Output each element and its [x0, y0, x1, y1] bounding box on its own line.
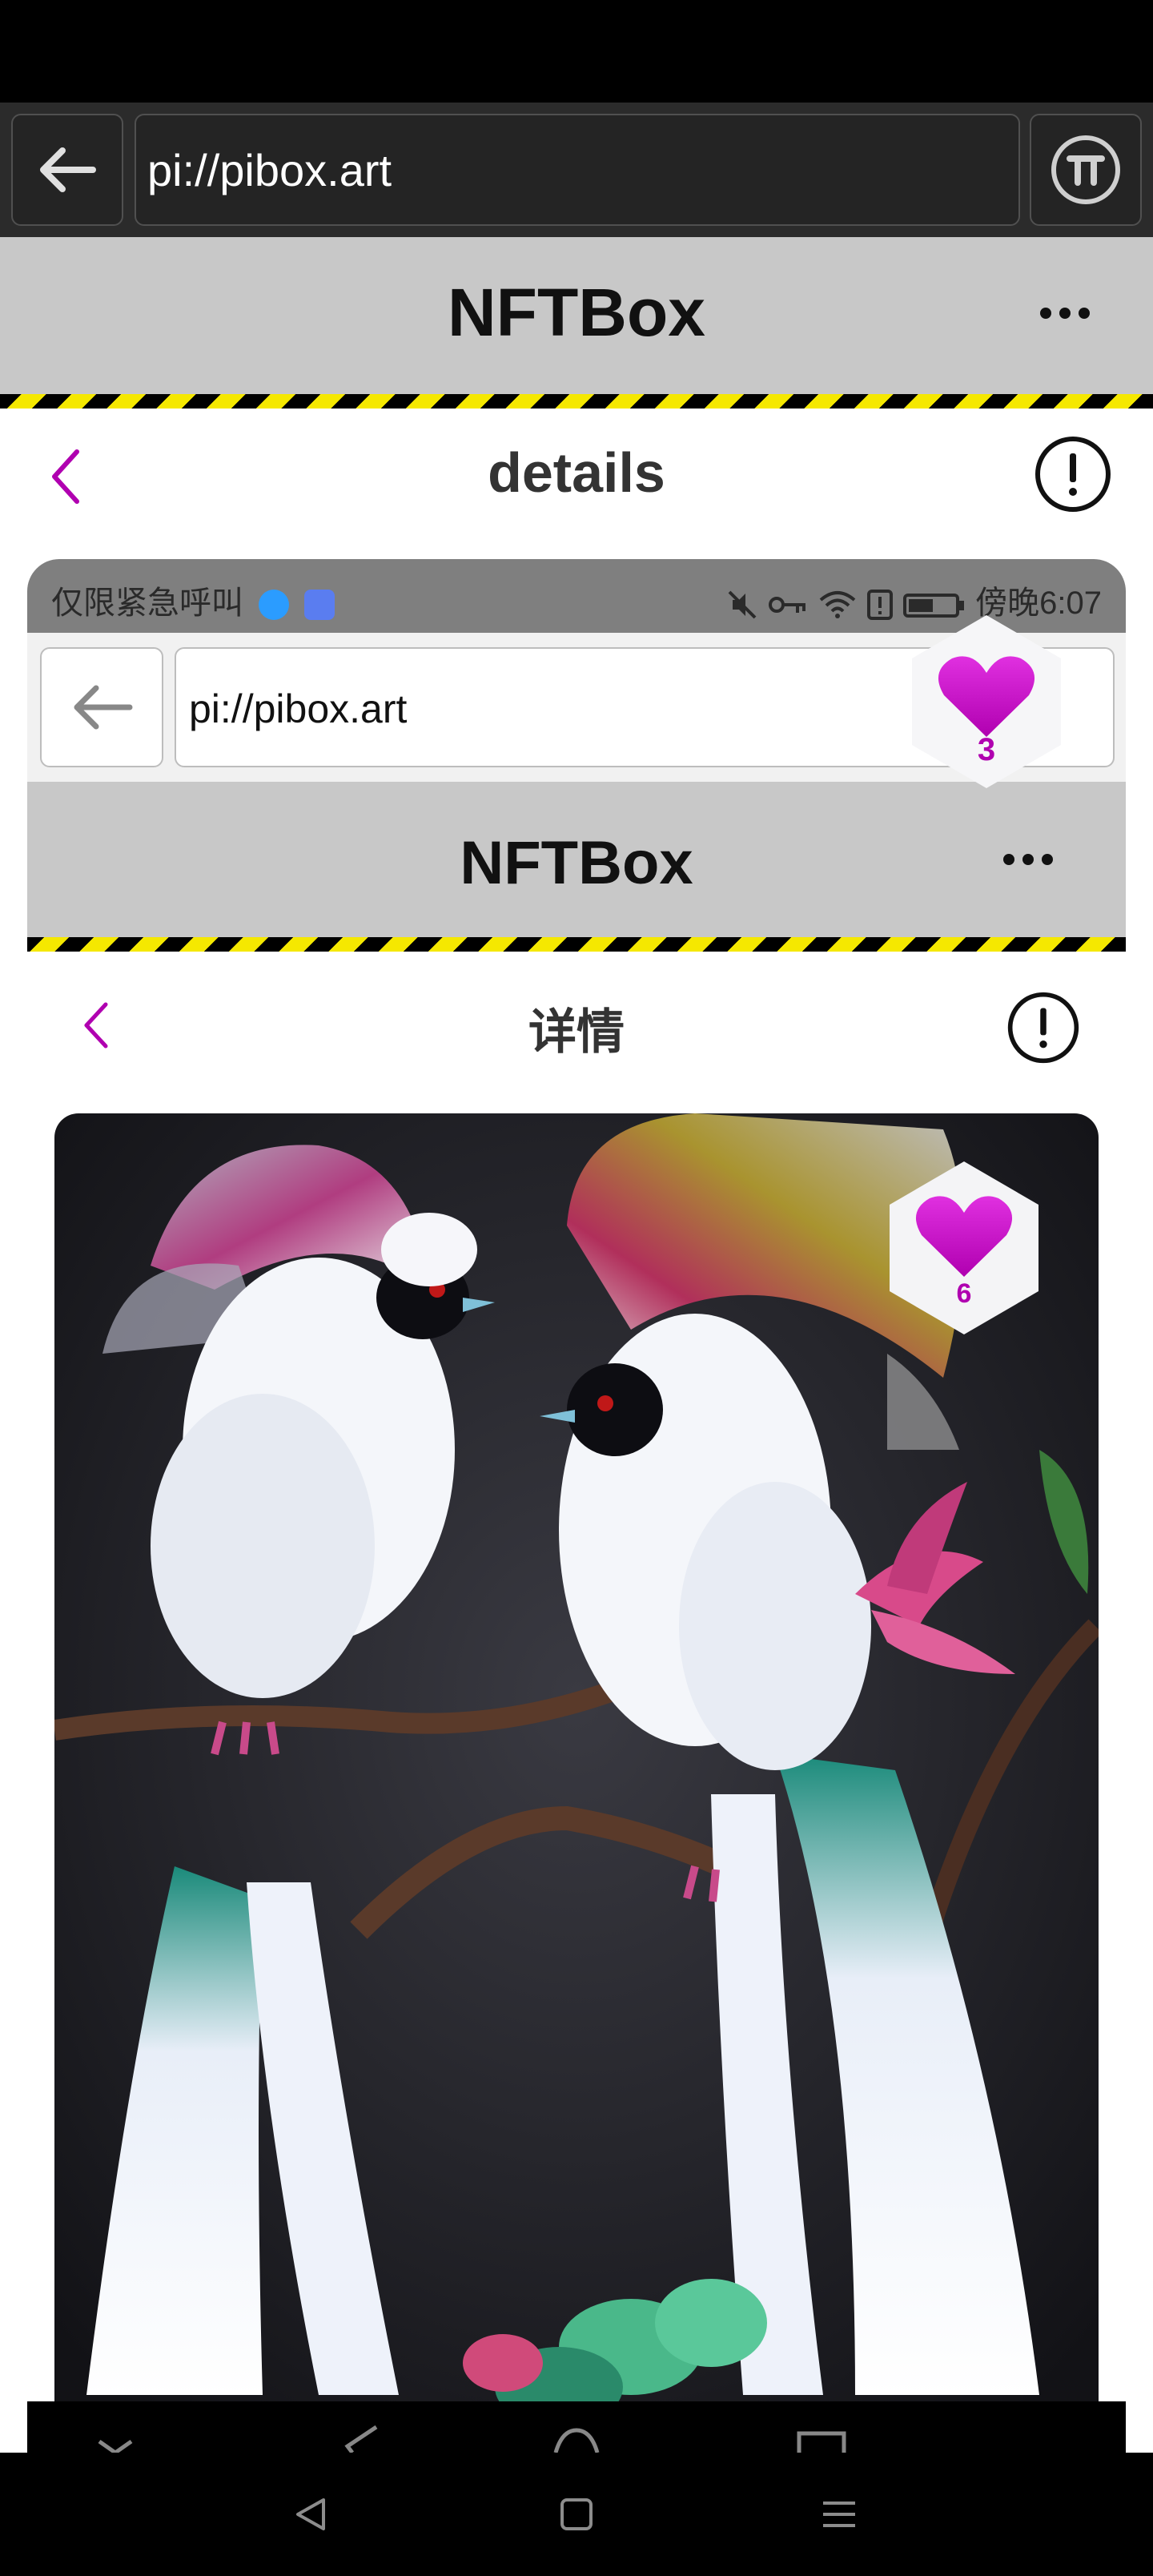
- inner-navigation-bar: [27, 2401, 1126, 2453]
- pi-browser-button[interactable]: [1030, 114, 1142, 226]
- inner-app-icon: [304, 590, 335, 621]
- info-icon[interactable]: [1033, 434, 1113, 514]
- inner-app-icon: [259, 590, 290, 621]
- info-icon: [1007, 992, 1079, 1064]
- nav-back-icon[interactable]: [287, 2490, 335, 2538]
- heart-icon: [915, 1196, 1013, 1277]
- app-title: NFTBox: [448, 275, 705, 350]
- mute-icon: [728, 591, 756, 619]
- page-bar: details: [0, 409, 1153, 545]
- address-bar-url: pi://pibox.art: [147, 145, 392, 195]
- key-icon: [768, 597, 805, 614]
- inner-page-bar: 详情: [27, 952, 1126, 1093]
- inner-status-text: 仅限紧急呼叫: [51, 586, 243, 621]
- inner-page-title: 详情: [528, 1005, 625, 1059]
- hazard-stripe: [27, 937, 1126, 952]
- more-dots-icon[interactable]: [1039, 304, 1091, 322]
- back-arrow-icon: [40, 147, 96, 192]
- shared-screenshot: 仅限紧急呼叫 傍晚6:07 pi://pibox.art NFTBox 详情 6: [27, 559, 1126, 2401]
- inner-back-button: [40, 647, 163, 767]
- nav-home-icon[interactable]: [552, 2490, 601, 2538]
- browser-back-button[interactable]: [11, 114, 123, 226]
- inner-like-count: 6: [956, 1278, 972, 1309]
- address-bar[interactable]: pi://pibox.art: [135, 114, 1020, 226]
- more-dots-icon: [1003, 854, 1053, 865]
- app-header: NFTBox: [0, 237, 1153, 394]
- status-bar: [0, 0, 1153, 103]
- heart-icon: [938, 656, 1035, 737]
- system-navigation-bar: [0, 2453, 1153, 2576]
- back-arrow-icon: [74, 685, 133, 730]
- nav-menu-icon[interactable]: [815, 2490, 863, 2538]
- like-badge[interactable]: 3: [897, 612, 1076, 791]
- hazard-stripe: [0, 394, 1153, 409]
- alert-icon: [866, 590, 893, 621]
- wifi-icon: [819, 591, 856, 619]
- inner-like-badge: 6: [874, 1158, 1054, 1338]
- inner-app-header: NFTBox: [27, 782, 1126, 937]
- inner-app-title: NFTBox: [460, 829, 693, 897]
- nft-artwork: 6: [54, 1113, 1099, 2401]
- page-title: details: [488, 441, 665, 504]
- pi-logo-icon: [1051, 135, 1120, 204]
- browser-toolbar: pi://pibox.art: [0, 103, 1153, 237]
- like-count: 3: [977, 732, 996, 767]
- inner-address-url: pi://pibox.art: [189, 686, 408, 731]
